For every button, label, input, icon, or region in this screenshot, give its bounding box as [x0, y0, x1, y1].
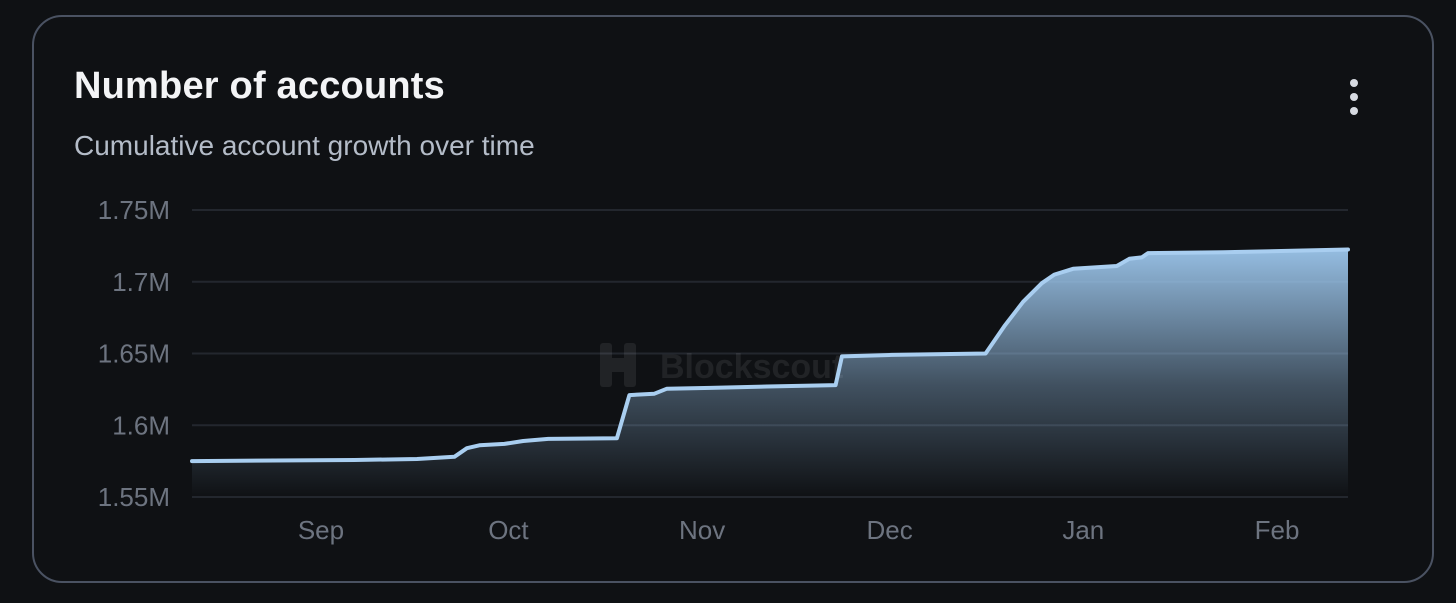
x-tick-label: Jan: [1062, 515, 1104, 545]
chart-plot: Blockscout 1.55M 1.6M 1.65M 1.7M 1.75M Sep Oc…: [98, 195, 1350, 545]
blockscout-logo-icon: [600, 343, 636, 387]
y-tick-label: 1.55M: [98, 482, 170, 512]
x-tick-label: Feb: [1255, 515, 1300, 545]
x-tick-label: Sep: [298, 515, 344, 545]
x-axis: Sep Oct Nov Dec Jan Feb: [298, 515, 1300, 545]
y-axis: 1.55M 1.6M 1.65M 1.7M 1.75M: [98, 195, 170, 512]
x-tick-label: Oct: [488, 515, 529, 545]
y-tick-label: 1.65M: [98, 339, 170, 369]
x-tick-label: Nov: [679, 515, 725, 545]
y-tick-label: 1.75M: [98, 195, 170, 225]
y-tick-label: 1.6M: [112, 410, 170, 440]
watermark-text: Blockscout: [660, 348, 843, 386]
y-tick-label: 1.7M: [112, 267, 170, 297]
watermark: Blockscout: [600, 343, 843, 387]
x-tick-label: Dec: [866, 515, 912, 545]
